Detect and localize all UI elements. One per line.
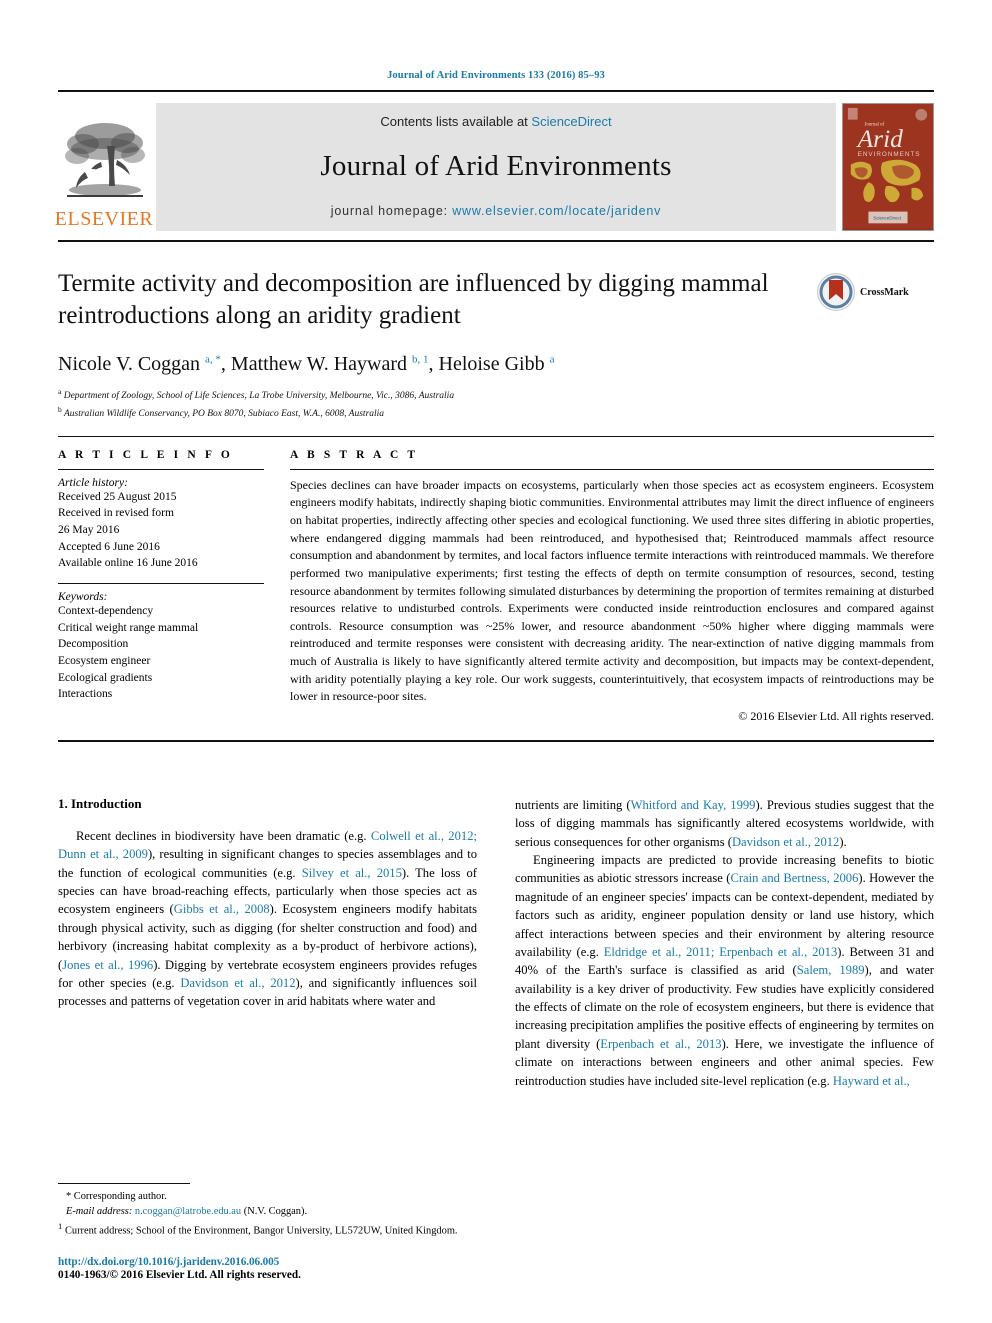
body-columns: 1. Introduction Recent declines in biodi… (58, 796, 934, 1090)
abstract-rule (290, 468, 934, 470)
article-history-item: Accepted 6 June 2016 (58, 540, 160, 553)
journal-masthead: ELSEVIER Contents lists available at Sci… (54, 103, 934, 231)
footnote-rule (58, 1182, 190, 1184)
doi-block: http://dx.doi.org/10.1016/j.jaridenv.201… (58, 1256, 496, 1281)
citation-link[interactable]: Crain and Bertness, 2006 (730, 871, 858, 885)
masthead-rule (58, 240, 934, 242)
paper-page: Journal of Arid Environments 133 (2016) … (0, 0, 992, 1323)
citation-link[interactable]: Davidson et al., 2012 (732, 835, 839, 849)
abstract-copyright: © 2016 Elsevier Ltd. All rights reserved… (738, 708, 934, 723)
issn-copyright: 0140-1963/© 2016 Elsevier Ltd. All right… (58, 1269, 301, 1281)
citation-link[interactable]: Hayward et al., (833, 1074, 910, 1088)
citation-link[interactable]: Silvey et al., 2015 (302, 866, 402, 880)
doi-link[interactable]: http://dx.doi.org/10.1016/j.jaridenv.201… (58, 1256, 496, 1268)
journal-cover-thumbnail: Journal of Arid ENVIRONMENTS ScienceDire… (842, 103, 934, 231)
article-history-label: Article history: (58, 476, 128, 489)
homepage-line: journal homepage: www.elsevier.com/locat… (331, 204, 661, 218)
affiliation-b: b Australian Wildlife Conservancy, PO Bo… (58, 404, 385, 420)
crossmark-label: CrossMark (860, 286, 909, 298)
citation-link[interactable]: Eldridge et al., 2011; Erpenbach et al.,… (604, 945, 838, 959)
citation-link[interactable]: Erpenbach et al., 2013 (600, 1037, 721, 1051)
abstract-column: A B S T R A C T Species declines can hav… (290, 449, 934, 724)
paragraph-text: Recent declines in biodiversity have bee… (76, 828, 371, 843)
citation-link[interactable]: Salem, 1989 (797, 963, 865, 977)
keywords-list: Context-dependency Critical weight range … (58, 603, 264, 703)
section-heading-introduction: 1. Introduction (58, 795, 142, 811)
article-history-item: 26 May 2016 (58, 524, 120, 537)
affiliation-a: a Department of Zoology, School of Life … (58, 387, 455, 402)
article-history-item: Received in revised form (58, 507, 174, 520)
footnote-current-address: 1 Current address; School of the Environ… (58, 1220, 458, 1237)
journal-title: Journal of Arid Environments (320, 150, 672, 182)
affiliation-b-text: Australian Wildlife Conservancy, PO Box … (63, 409, 385, 420)
page-title: Termite activity and decomposition are i… (58, 270, 769, 329)
title-rule (58, 435, 934, 437)
email-suffix: (N.V. Coggan). (243, 1206, 308, 1218)
title-block: Termite activity and decomposition are i… (58, 268, 934, 422)
citation-link[interactable]: Gibbs et al., 2008 (174, 902, 270, 916)
keyword-item: Ecological gradients (58, 671, 153, 684)
abstract-heading: A B S T R A C T (290, 448, 419, 461)
contents-line: Contents lists available at ScienceDirec… (380, 114, 611, 129)
article-history-item: Available online 16 June 2016 (58, 557, 198, 570)
citation-link[interactable]: Davidson et al., 2012 (180, 976, 295, 990)
masthead-center: Contents lists available at ScienceDirec… (156, 103, 836, 231)
keywords-rule (58, 583, 264, 585)
crossmark-icon (817, 273, 855, 311)
intro-paragraph-left: Recent declines in biodiversity have bee… (58, 827, 477, 1011)
email-link[interactable]: n.coggan@latrobe.edu.au (135, 1206, 241, 1217)
header-rule (58, 90, 934, 92)
abstract-bottom-rule (58, 739, 934, 742)
author-list: Nicole V. Coggan a, *, Matthew W. Haywar… (58, 353, 555, 375)
keyword-item: Context-dependency (58, 605, 154, 618)
paragraph-text: nutrients are limiting ( (515, 797, 631, 812)
article-info-heading: A R T I C L E I N F O (58, 448, 233, 461)
intro-paragraph-right-2: Engineering impacts are predicted to pro… (515, 851, 934, 1090)
info-abstract-row: A R T I C L E I N F O Article history: R… (58, 449, 934, 724)
contents-prefix: Contents lists available at (380, 114, 532, 129)
affiliations: a Department of Zoology, School of Life … (58, 386, 802, 422)
citation-link[interactable]: Whitford and Kay, 1999 (631, 798, 756, 812)
abstract-text: Species declines can have broader impact… (290, 477, 934, 704)
crossmark-badge[interactable]: CrossMark (816, 268, 934, 312)
article-info-rule (58, 468, 264, 470)
homepage-prefix: journal homepage: (330, 204, 453, 218)
article-history-list: Received 25 August 2015 Received in revis… (58, 489, 264, 572)
body-column-right: nutrients are limiting (Whitford and Kay… (515, 796, 934, 1090)
footnote-corresponding-text: Corresponding author. (73, 1190, 167, 1202)
keyword-item: Ecosystem engineer (58, 655, 151, 668)
elsevier-wordmark: ELSEVIER (54, 208, 154, 230)
elsevier-logo: ELSEVIER (54, 103, 154, 231)
keyword-item: Critical weight range mammal (58, 621, 199, 634)
journal-homepage-link[interactable]: www.elsevier.com/locate/jaridenv (452, 204, 661, 218)
footnote-current-address-text: Current address; School of the Environme… (64, 1225, 458, 1237)
affiliation-a-text: Department of Zoology, School of Life Sc… (63, 391, 455, 402)
keywords-label: Keywords: (58, 591, 108, 604)
body-column-left: 1. Introduction Recent declines in biodi… (58, 796, 477, 1090)
email-label: E-mail address: (66, 1206, 133, 1218)
svg-text:ENVIRONMENTS: ENVIRONMENTS (858, 151, 921, 158)
paragraph-text: ). (839, 834, 847, 849)
running-head: Journal of Arid Environments 133 (2016) … (387, 70, 605, 81)
article-history-item: Received 25 August 2015 (58, 490, 177, 503)
keyword-item: Decomposition (58, 638, 129, 651)
article-info-column: A R T I C L E I N F O Article history: R… (58, 449, 290, 724)
elsevier-tree-icon (65, 123, 145, 197)
keyword-item: Interactions (58, 688, 113, 701)
citation-link[interactable]: Jones et al., 1996 (62, 958, 153, 972)
sciencedirect-link[interactable]: ScienceDirect (531, 114, 611, 129)
svg-text:Arid: Arid (856, 124, 903, 153)
footnote-corresponding: * Corresponding author. E-mail address: … (66, 1190, 308, 1218)
journal-cover-art: Journal of Arid ENVIRONMENTS ScienceDire… (843, 104, 933, 230)
intro-paragraph-right-1: nutrients are limiting (Whitford and Kay… (515, 796, 934, 851)
footnotes-block: * Corresponding author. E-mail address: … (58, 1182, 496, 1281)
svg-text:ScienceDirect: ScienceDirect (873, 215, 901, 220)
